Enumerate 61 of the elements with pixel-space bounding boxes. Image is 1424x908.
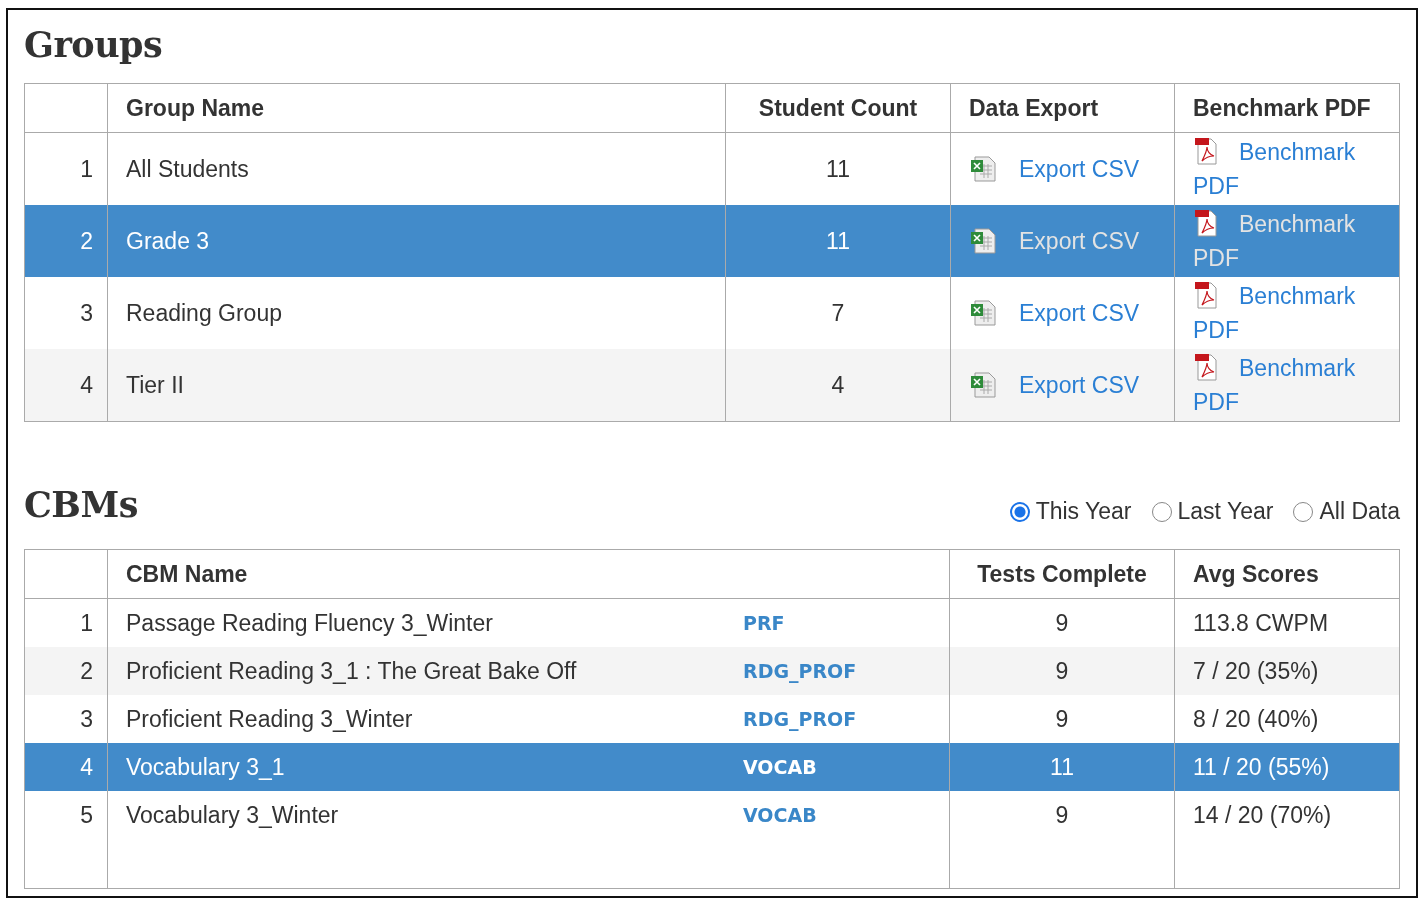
table-cell: 9 xyxy=(949,647,1175,695)
section-title: Groups xyxy=(24,24,164,65)
pdf-file-icon xyxy=(1193,137,1219,165)
radio-button[interactable] xyxy=(1009,501,1030,522)
row-number: 2 xyxy=(24,205,108,277)
cbm-name: Vocabulary 3_Winter xyxy=(126,801,340,829)
cbm-name: Passage Reading Fluency 3_Winter xyxy=(126,609,494,637)
radio-label: All Data xyxy=(1319,498,1400,525)
benchmark-pdf-link[interactable]: Benchmark PDF xyxy=(1193,135,1389,203)
benchmark-pdf-link[interactable]: Benchmark PDF xyxy=(1193,351,1389,419)
cbm-code: VOCAB xyxy=(743,756,817,778)
export-csv-link[interactable]: Export CSV xyxy=(1019,227,1140,255)
spreadsheet-file-icon xyxy=(969,298,999,328)
spreadsheet-file-icon xyxy=(969,226,999,256)
table-cell: Grade 3 xyxy=(107,205,726,277)
benchmark-pdf-link[interactable]: Benchmark PDF xyxy=(1193,279,1389,347)
table-cell: Tier II xyxy=(107,349,726,422)
table-cell: 7 / 20 (35%) xyxy=(1174,647,1400,695)
pdf-file-icon xyxy=(1193,353,1219,381)
benchmark-pdf-link[interactable]: Benchmark PDF xyxy=(1193,207,1389,275)
table-cell: 14 / 20 (70%) xyxy=(1174,791,1400,839)
row-number: 4 xyxy=(24,349,108,422)
radio-button[interactable] xyxy=(1151,501,1172,522)
pdf-file-icon xyxy=(1193,281,1219,309)
cbm-code: RDG_PROF xyxy=(743,660,857,682)
table-row[interactable]: 2 Grade 3 11 Export CSV Benchmark PDF xyxy=(24,205,1400,277)
table-cell: 9 xyxy=(949,791,1175,839)
column-header: Benchmark PDF xyxy=(1174,83,1400,133)
table-row[interactable]: 2 Proficient Reading 3_1 : The Great Bake Off RDG_PROF 9 7 / 20 (35%) xyxy=(24,647,1400,695)
table-row[interactable]: 5 Vocabulary 3_Winter VOCAB 9 14 / 20 (70%) xyxy=(24,791,1400,839)
table-cell: 11 xyxy=(725,205,951,277)
cbm-code: RDG_PROF xyxy=(743,708,857,730)
table-cell: 11 / 20 (55%) xyxy=(1174,743,1400,791)
spreadsheet-file-icon xyxy=(969,370,999,400)
cbm-name: Proficient Reading 3_1 : The Great Bake Off xyxy=(126,657,578,685)
export-csv-link[interactable]: Export CSV xyxy=(1019,299,1140,327)
cbm-code: VOCAB xyxy=(743,804,817,826)
row-number: 5 xyxy=(24,791,108,839)
radio-label: This Year xyxy=(1035,498,1132,525)
table-cell: 11 xyxy=(949,743,1175,791)
row-number: 2 xyxy=(24,647,108,695)
cbm-code: PRF xyxy=(743,612,785,634)
cbm-name: Vocabulary 3_1 xyxy=(126,753,286,781)
column-header: Tests Complete xyxy=(949,549,1175,599)
radio-button[interactable] xyxy=(1293,501,1314,522)
column-header: CBM Name xyxy=(107,549,950,599)
column-header: Avg Scores xyxy=(1174,549,1400,599)
export-csv-link[interactable]: Export CSV xyxy=(1019,371,1140,399)
table-cell: 4 xyxy=(725,349,951,422)
column-header: Data Export xyxy=(950,83,1175,133)
radio-label: Last Year xyxy=(1177,498,1274,525)
pdf-file-icon xyxy=(1193,209,1219,237)
row-number: 4 xyxy=(24,743,108,791)
column-header: Student Count xyxy=(725,83,951,133)
export-csv-link[interactable]: Export CSV xyxy=(1019,155,1140,183)
spreadsheet-file-icon xyxy=(969,154,999,184)
table-row[interactable]: 4 Vocabulary 3_1 VOCAB 11 11 / 20 (55%) xyxy=(24,743,1400,791)
table-row[interactable]: 4 Tier II 4 Export CSV Benchmark PDF xyxy=(24,349,1400,422)
section-title: CBMs xyxy=(24,484,138,525)
column-header: Group Name xyxy=(107,83,726,133)
cbm-name: Proficient Reading 3_Winter xyxy=(126,705,414,733)
